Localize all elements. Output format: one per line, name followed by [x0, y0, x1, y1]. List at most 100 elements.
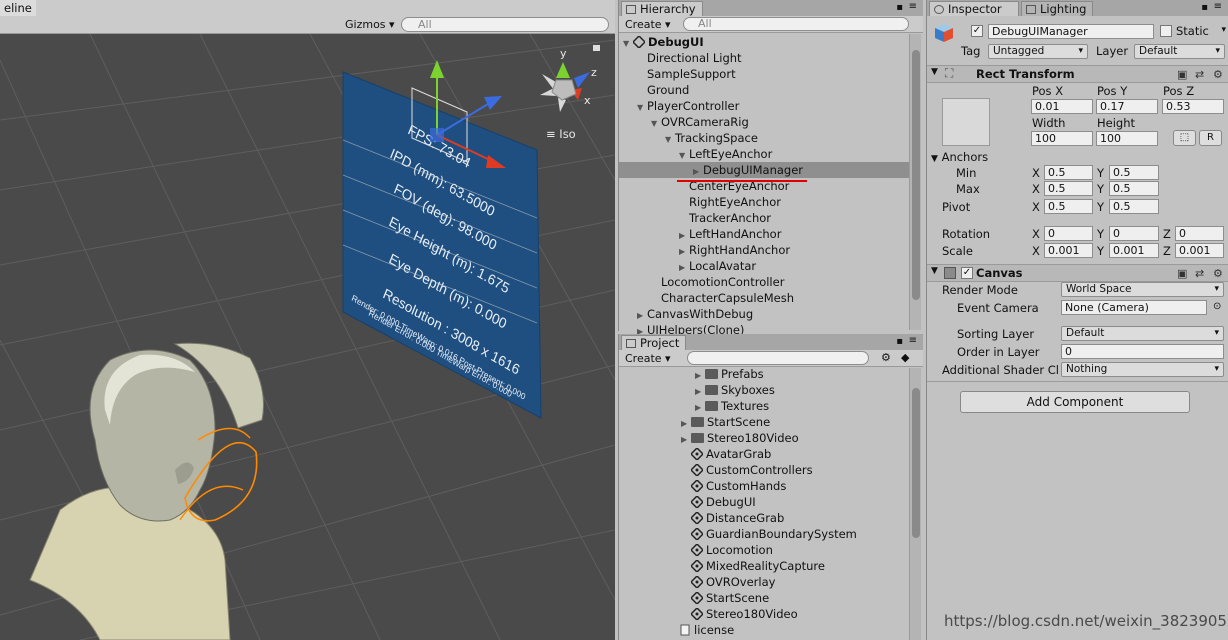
hierarchy-item[interactable]: ▶ DebugUIManager [619, 162, 909, 178]
hierarchy-item[interactable]: Ground [619, 82, 909, 98]
scale-y-field[interactable]: 0.001 [1109, 243, 1159, 258]
hierarchy-item[interactable]: SampleSupport [619, 66, 909, 82]
preset-icon[interactable]: ⇄ [1195, 68, 1204, 81]
hierarchy-item[interactable]: RightEyeAnchor [619, 194, 909, 210]
hierarchy-item[interactable]: ▼ LeftEyeAnchor [619, 146, 909, 162]
scale-z-field[interactable]: 0.001 [1175, 243, 1224, 258]
panel-menu-icon[interactable]: ≡ [909, 335, 917, 346]
preset-icon[interactable]: ⇄ [1195, 267, 1204, 280]
lock-icon[interactable]: ▪ [896, 336, 903, 347]
help-icon[interactable]: ▣ [1177, 267, 1187, 280]
tag-dropdown[interactable]: Untagged [988, 44, 1088, 59]
hierarchy-create-button[interactable]: Create ▾ [625, 17, 671, 32]
pivot-x-field[interactable]: 0.5 [1044, 199, 1093, 214]
anchor-max-y-field[interactable]: 0.5 [1109, 181, 1159, 196]
pos-z-field[interactable]: 0.53 [1162, 99, 1224, 114]
hierarchy-item[interactable]: TrackerAnchor [619, 210, 909, 226]
pivot-y-field[interactable]: 0.5 [1109, 199, 1159, 214]
filter-by-label-icon[interactable]: ◆ [901, 351, 909, 364]
project-item[interactable]: OVROverlay [619, 574, 909, 590]
scale-x-field[interactable]: 0.001 [1044, 243, 1093, 258]
static-dropdown-arrow-icon[interactable]: ▾ [1221, 25, 1226, 35]
rotation-x-field[interactable]: 0 [1044, 226, 1093, 241]
settings-gear-icon[interactable]: ⚙ [1213, 267, 1223, 280]
object-picker-icon[interactable]: ⊙ [1213, 301, 1221, 312]
project-item[interactable]: ▶ Skyboxes [619, 382, 909, 398]
project-item[interactable]: MixedRealityCapture [619, 558, 909, 574]
rotation-z-field[interactable]: 0 [1175, 226, 1224, 241]
project-item[interactable]: CustomHands [619, 478, 909, 494]
hierarchy-item[interactable]: ▶ CanvasWithDebug [619, 306, 909, 322]
pos-y-field[interactable]: 0.17 [1096, 99, 1158, 114]
anchors-foldout[interactable]: ▼ Anchors [931, 150, 988, 164]
static-checkbox[interactable] [1160, 25, 1172, 37]
anchor-min-x-field[interactable]: 0.5 [1044, 165, 1093, 180]
object-name-field[interactable]: DebugUIManager [988, 24, 1154, 39]
blueprint-mode-button[interactable]: ⬚ [1173, 130, 1196, 146]
height-field[interactable]: 100 [1096, 131, 1158, 146]
hierarchy-item[interactable]: ▼ OVRCameraRig [619, 114, 909, 130]
lock-icon[interactable]: ▪ [896, 2, 903, 13]
gizmos-dropdown[interactable]: Gizmos ▾ [341, 17, 399, 32]
add-component-button[interactable]: Add Component [960, 391, 1190, 413]
panel-menu-icon[interactable]: ≡ [1214, 1, 1222, 12]
project-item[interactable]: ▶ Textures [619, 398, 909, 414]
project-item[interactable]: DebugUI [619, 494, 909, 510]
lock-icon[interactable] [593, 45, 600, 51]
project-item[interactable]: ▶ StartScene [619, 414, 909, 430]
hierarchy-item[interactable]: CharacterCapsuleMesh [619, 290, 909, 306]
tab-lighting[interactable]: Lighting [1021, 1, 1094, 16]
hierarchy-item[interactable]: ▼ DebugUI [619, 34, 909, 50]
anchor-max-x-field[interactable]: 0.5 [1044, 181, 1093, 196]
hierarchy-scrollbar-thumb[interactable] [912, 50, 920, 300]
hierarchy-item[interactable]: LocomotionController [619, 274, 909, 290]
project-scrollbar[interactable] [909, 368, 921, 640]
anchor-min-y-field[interactable]: 0.5 [1109, 165, 1159, 180]
project-search-input[interactable] [687, 351, 869, 365]
active-checkbox[interactable]: ✓ [971, 25, 983, 37]
filter-by-type-icon[interactable]: ⚙ [881, 351, 891, 364]
project-item[interactable]: Locomotion [619, 542, 909, 558]
project-item[interactable]: GuardianBoundarySystem [619, 526, 909, 542]
sorting-layer-dropdown[interactable]: Default [1061, 326, 1224, 341]
panel-menu-icon[interactable]: ≡ [909, 1, 917, 12]
project-scrollbar-thumb[interactable] [912, 388, 920, 538]
render-mode-dropdown[interactable]: World Space [1061, 282, 1224, 297]
pos-x-field[interactable]: 0.01 [1031, 99, 1093, 114]
hierarchy-item[interactable]: ▶ LeftHandAnchor [619, 226, 909, 242]
hierarchy-item[interactable]: Directional Light [619, 50, 909, 66]
settings-gear-icon[interactable]: ⚙ [1213, 68, 1223, 81]
scene-view[interactable]: eline Gizmos ▾ All FPS: 73.04 IPD (mm): … [0, 0, 615, 640]
collapse-arrow-icon[interactable]: ▼ [931, 266, 938, 276]
canvas-enabled-checkbox[interactable]: ✓ [961, 267, 973, 279]
tab-hierarchy[interactable]: Hierarchy [621, 1, 703, 16]
scene-tab[interactable]: eline [0, 0, 36, 16]
width-field[interactable]: 100 [1031, 131, 1093, 146]
project-create-button[interactable]: Create ▾ [625, 351, 671, 366]
collapse-arrow-icon[interactable]: ▼ [931, 67, 938, 77]
hierarchy-item[interactable]: ▼ PlayerController [619, 98, 909, 114]
iso-toggle[interactable]: ≡ Iso [546, 127, 576, 141]
project-item[interactable]: DistanceGrab [619, 510, 909, 526]
project-item[interactable]: Stereo180Video [619, 606, 909, 622]
additional-shader-channels-dropdown[interactable]: Nothing [1061, 362, 1224, 377]
anchor-preset-box[interactable] [942, 98, 990, 146]
tab-inspector[interactable]: Inspector [929, 1, 1019, 16]
tab-project[interactable]: Project [621, 335, 687, 350]
event-camera-field[interactable]: None (Camera) [1061, 300, 1207, 315]
project-item[interactable]: CustomControllers [619, 462, 909, 478]
order-in-layer-field[interactable]: 0 [1061, 344, 1224, 359]
hierarchy-item[interactable]: ▼ TrackingSpace [619, 130, 909, 146]
project-item[interactable]: ▶ Prefabs [619, 366, 909, 382]
raw-edit-button[interactable]: R [1199, 130, 1222, 146]
project-item[interactable]: license [619, 622, 909, 638]
project-item[interactable]: ▶ Stereo180Video [619, 430, 909, 446]
canvas-header[interactable]: ▼ ✓ Canvas ▣ ⇄ ⚙ [927, 264, 1228, 282]
lock-icon[interactable]: ▪ [1201, 2, 1208, 13]
project-item[interactable]: StartScene [619, 590, 909, 606]
avatar-model[interactable] [29, 342, 264, 640]
scene-search-input[interactable]: All [401, 17, 609, 32]
project-item[interactable]: AvatarGrab [619, 446, 909, 462]
hierarchy-scrollbar[interactable] [909, 34, 921, 330]
help-icon[interactable]: ▣ [1177, 68, 1187, 81]
